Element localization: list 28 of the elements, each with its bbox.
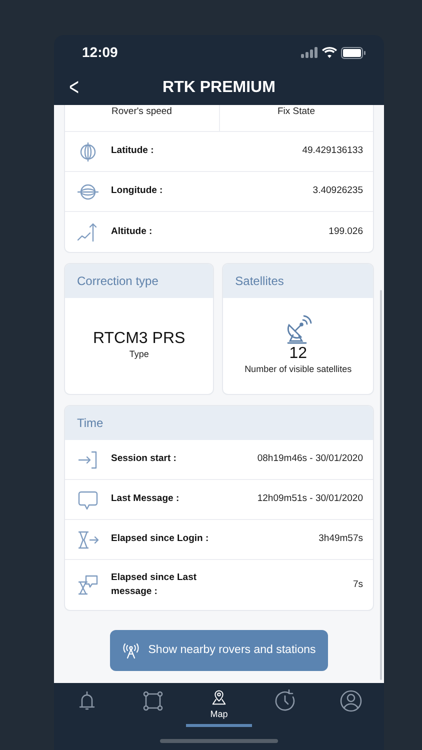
- row-value: 7s: [352, 578, 363, 592]
- row-label: Altitude :: [111, 224, 154, 239]
- row-value: 49.429136133: [302, 144, 363, 158]
- row-value: 3h49m57s: [318, 532, 363, 546]
- card-title: Satellites: [223, 264, 374, 298]
- row-label: Elapsed since Last message :: [111, 570, 198, 599]
- row-label: Session start :: [111, 452, 178, 466]
- screen-title: RTK PREMIUM: [162, 78, 276, 98]
- row-value: 199.026: [328, 224, 363, 239]
- card-value: 12: [289, 345, 307, 364]
- row-label: Last Message :: [111, 492, 180, 506]
- row-value: 08h19m46s - 30/01/2020: [257, 452, 363, 466]
- row-value: 3.40926235: [312, 184, 363, 198]
- row-label: Elapsed since Login :: [111, 532, 210, 546]
- stat-caption: Fix State: [278, 105, 315, 119]
- card-value: RTCM3 PRS: [93, 330, 186, 348]
- row-label: Latitude :: [111, 144, 155, 158]
- card-title: Time: [65, 406, 373, 440]
- row-value: 12h09m51s - 30/01/2020: [257, 492, 363, 506]
- stat-caption: Rover's speed: [112, 105, 172, 119]
- show-nearby-button[interactable]: Show nearby rovers and stations: [110, 630, 328, 671]
- back-button[interactable]: <: [60, 76, 88, 100]
- card-caption: Type: [129, 348, 149, 362]
- status-time: 12:09: [82, 43, 118, 62]
- tab-button[interactable]: Map: [186, 688, 252, 750]
- row-label: Longitude :: [111, 184, 164, 198]
- card-title: Correction type: [65, 264, 214, 298]
- card-caption: Number of visible satellites: [244, 363, 352, 376]
